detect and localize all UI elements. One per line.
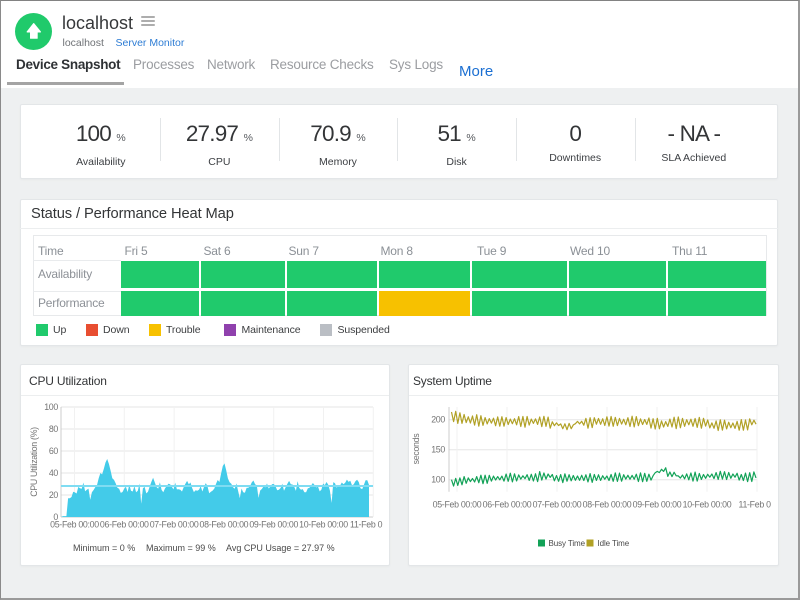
svg-text:09-Feb 00:00: 09-Feb 00:00 xyxy=(632,500,681,510)
svg-text:10-Feb 00:00: 10-Feb 00:00 xyxy=(682,500,731,510)
svg-text:60: 60 xyxy=(49,446,59,456)
svg-text:40: 40 xyxy=(49,468,59,478)
svg-text:Busy Time: Busy Time xyxy=(548,539,585,548)
svg-text:100: 100 xyxy=(431,475,445,485)
svg-text:06-Feb 00:00: 06-Feb 00:00 xyxy=(482,500,531,510)
svg-text:08-Feb 00:00: 08-Feb 00:00 xyxy=(200,520,249,530)
svg-text:150: 150 xyxy=(431,445,445,455)
svg-text:20: 20 xyxy=(49,490,59,500)
svg-text:11-Feb 0: 11-Feb 0 xyxy=(350,520,383,530)
svg-text:07-Feb 00:00: 07-Feb 00:00 xyxy=(532,500,581,510)
svg-text:100: 100 xyxy=(44,402,58,412)
svg-text:05-Feb 00:00: 05-Feb 00:00 xyxy=(432,500,481,510)
svg-text:seconds: seconds xyxy=(411,433,421,465)
svg-text:09-Feb 00:00: 09-Feb 00:00 xyxy=(249,520,298,530)
svg-text:06-Feb 00:00: 06-Feb 00:00 xyxy=(100,520,149,530)
svg-text:Idle Time: Idle Time xyxy=(597,539,629,548)
svg-text:10-Feb 00:00: 10-Feb 00:00 xyxy=(299,520,348,530)
svg-text:07-Feb 00:00: 07-Feb 00:00 xyxy=(150,520,199,530)
svg-text:05-Feb 00:00: 05-Feb 00:00 xyxy=(50,520,99,530)
svg-text:Minimum = 0 %: Minimum = 0 % xyxy=(73,543,135,553)
svg-text:Maximum = 99 %: Maximum = 99 % xyxy=(146,543,216,553)
svg-text:Avg CPU Usage = 27.97 %: Avg CPU Usage = 27.97 % xyxy=(226,543,335,553)
svg-text:CPU Utilization (%): CPU Utilization (%) xyxy=(29,427,39,497)
svg-text:11-Feb 0: 11-Feb 0 xyxy=(738,500,771,510)
svg-text:80: 80 xyxy=(49,424,59,434)
svg-text:08-Feb 00:00: 08-Feb 00:00 xyxy=(582,500,631,510)
svg-text:200: 200 xyxy=(431,415,445,425)
